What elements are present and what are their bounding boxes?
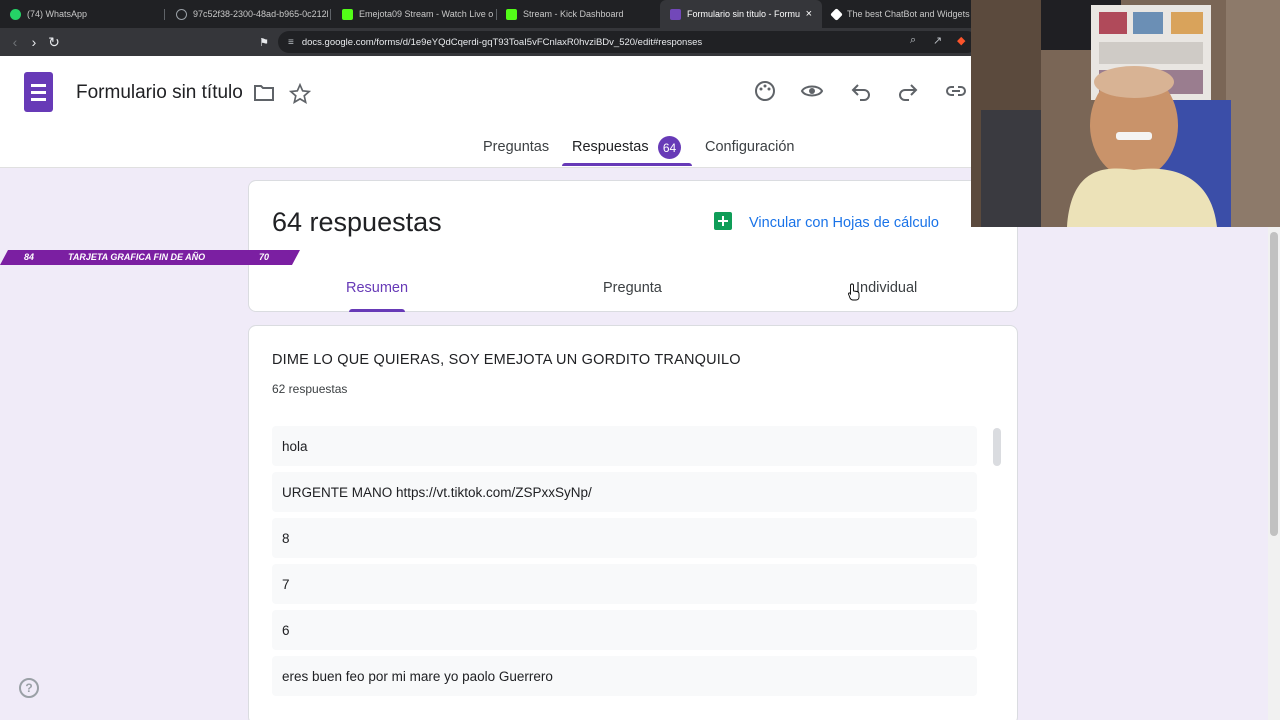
form-title[interactable]: Formulario sin título <box>76 82 243 104</box>
star-icon[interactable] <box>289 83 311 105</box>
tab-title: Emejota09 Stream - Watch Live o <box>359 9 494 19</box>
active-tab-indicator <box>562 163 692 166</box>
webcam-image <box>971 0 1280 227</box>
tab-pregunta[interactable]: Pregunta <box>603 280 662 296</box>
help-icon[interactable]: ? <box>19 678 39 698</box>
hand-cursor-icon <box>848 283 860 301</box>
browser-tab-whatsapp[interactable]: (74) WhatsApp <box>0 0 162 28</box>
whatsapp-icon <box>10 8 21 20</box>
tab-individual[interactable]: Individual <box>856 280 917 296</box>
kick-icon <box>506 8 517 20</box>
url-text: docs.google.com/forms/d/1e9eYQdCqerdi-gq… <box>301 36 703 48</box>
answer-item: URGENTE MANO https://vt.tiktok.com/ZSPxx… <box>272 472 977 512</box>
active-subtab-indicator <box>349 309 405 312</box>
back-icon[interactable]: ‹ <box>6 33 24 51</box>
answer-item: 8 <box>272 518 977 558</box>
responses-count-badge: 64 <box>658 136 681 159</box>
tab-divider <box>330 9 331 20</box>
site-info-icon[interactable]: ≡ <box>288 37 294 48</box>
stream-goal-banner: 84 TARJETA GRAFICA FIN DE AÑO 70 <box>0 250 300 265</box>
question-title: DIME LO QUE QUIERAS, SOY EMEJOTA UN GORD… <box>272 352 741 368</box>
responses-summary-card: 64 respuestas Vincular con Hojas de cálc… <box>248 180 1018 312</box>
brave-shield-icon[interactable]: ◆ <box>957 34 965 47</box>
browser-tab-kick-stream[interactable]: Emejota09 Stream - Watch Live o <box>332 0 494 28</box>
tab-title: 97c52f38-2300-48ad-b965-0c212b6 <box>193 9 328 19</box>
browser-tab-forms[interactable]: Formulario sin título - Formulari × <box>660 0 822 28</box>
share-icon[interactable]: ↗ <box>933 34 942 47</box>
tab-title: Formulario sin título - Formulari <box>687 9 800 19</box>
answer-item: 6 <box>272 610 977 650</box>
browser-tab-uuid[interactable]: 97c52f38-2300-48ad-b965-0c212b6 <box>166 0 328 28</box>
tab-title: The best ChatBot and Widgets for <box>847 9 972 19</box>
redo-icon[interactable] <box>896 79 920 103</box>
tab-divider <box>164 9 165 20</box>
address-bar[interactable]: ≡ docs.google.com/forms/d/1e9eYQdCqerdi-… <box>278 31 978 53</box>
browser-tab-kick-dashboard[interactable]: Stream - Kick Dashboard <box>496 0 658 28</box>
forms-icon <box>670 8 681 20</box>
question-summary-card: DIME LO QUE QUIERAS, SOY EMEJOTA UN GORD… <box>248 325 1018 720</box>
page-scrollbar-thumb[interactable] <box>1270 232 1278 536</box>
forms-logo-icon[interactable] <box>24 72 53 112</box>
webcam-overlay <box>971 0 1280 227</box>
bookmark-icon[interactable]: ⚑ <box>255 33 273 51</box>
reload-icon[interactable]: ↻ <box>45 33 63 51</box>
zoom-icon[interactable]: ⌕ <box>910 34 916 47</box>
tab-title: Stream - Kick Dashboard <box>523 9 624 19</box>
answers-scrollbar[interactable] <box>993 428 1001 466</box>
tab-resumen[interactable]: Resumen <box>346 280 408 296</box>
banner-left-value: 84 <box>24 252 35 262</box>
answer-item: hola <box>272 426 977 466</box>
tab-respuestas[interactable]: Respuestas <box>572 139 649 155</box>
bot-icon <box>830 7 843 21</box>
tab-title: (74) WhatsApp <box>27 9 88 19</box>
browser-tab-chatbot[interactable]: The best ChatBot and Widgets for <box>822 0 972 28</box>
preview-eye-icon[interactable] <box>800 79 824 103</box>
link-icon[interactable] <box>944 79 968 103</box>
palette-icon[interactable] <box>753 79 777 103</box>
banner-text: TARJETA GRAFICA FIN DE AÑO <box>68 252 206 262</box>
globe-icon <box>176 8 187 20</box>
answer-item: eres buen feo por mi mare yo paolo Guerr… <box>272 656 977 696</box>
forward-icon[interactable]: › <box>25 33 43 51</box>
answer-item: 7 <box>272 564 977 604</box>
tab-preguntas[interactable]: Preguntas <box>483 139 549 155</box>
close-icon[interactable]: × <box>806 8 812 20</box>
folder-icon[interactable] <box>253 83 275 103</box>
undo-icon[interactable] <box>849 79 873 103</box>
responses-count-heading: 64 respuestas <box>272 207 442 237</box>
tab-configuracion[interactable]: Configuración <box>705 139 794 155</box>
link-sheets-button[interactable]: Vincular con Hojas de cálculo <box>749 215 939 231</box>
banner-right-value: 70 <box>259 252 270 262</box>
sheets-icon[interactable] <box>714 212 732 230</box>
kick-icon <box>342 8 353 20</box>
question-response-count: 62 respuestas <box>272 382 348 396</box>
